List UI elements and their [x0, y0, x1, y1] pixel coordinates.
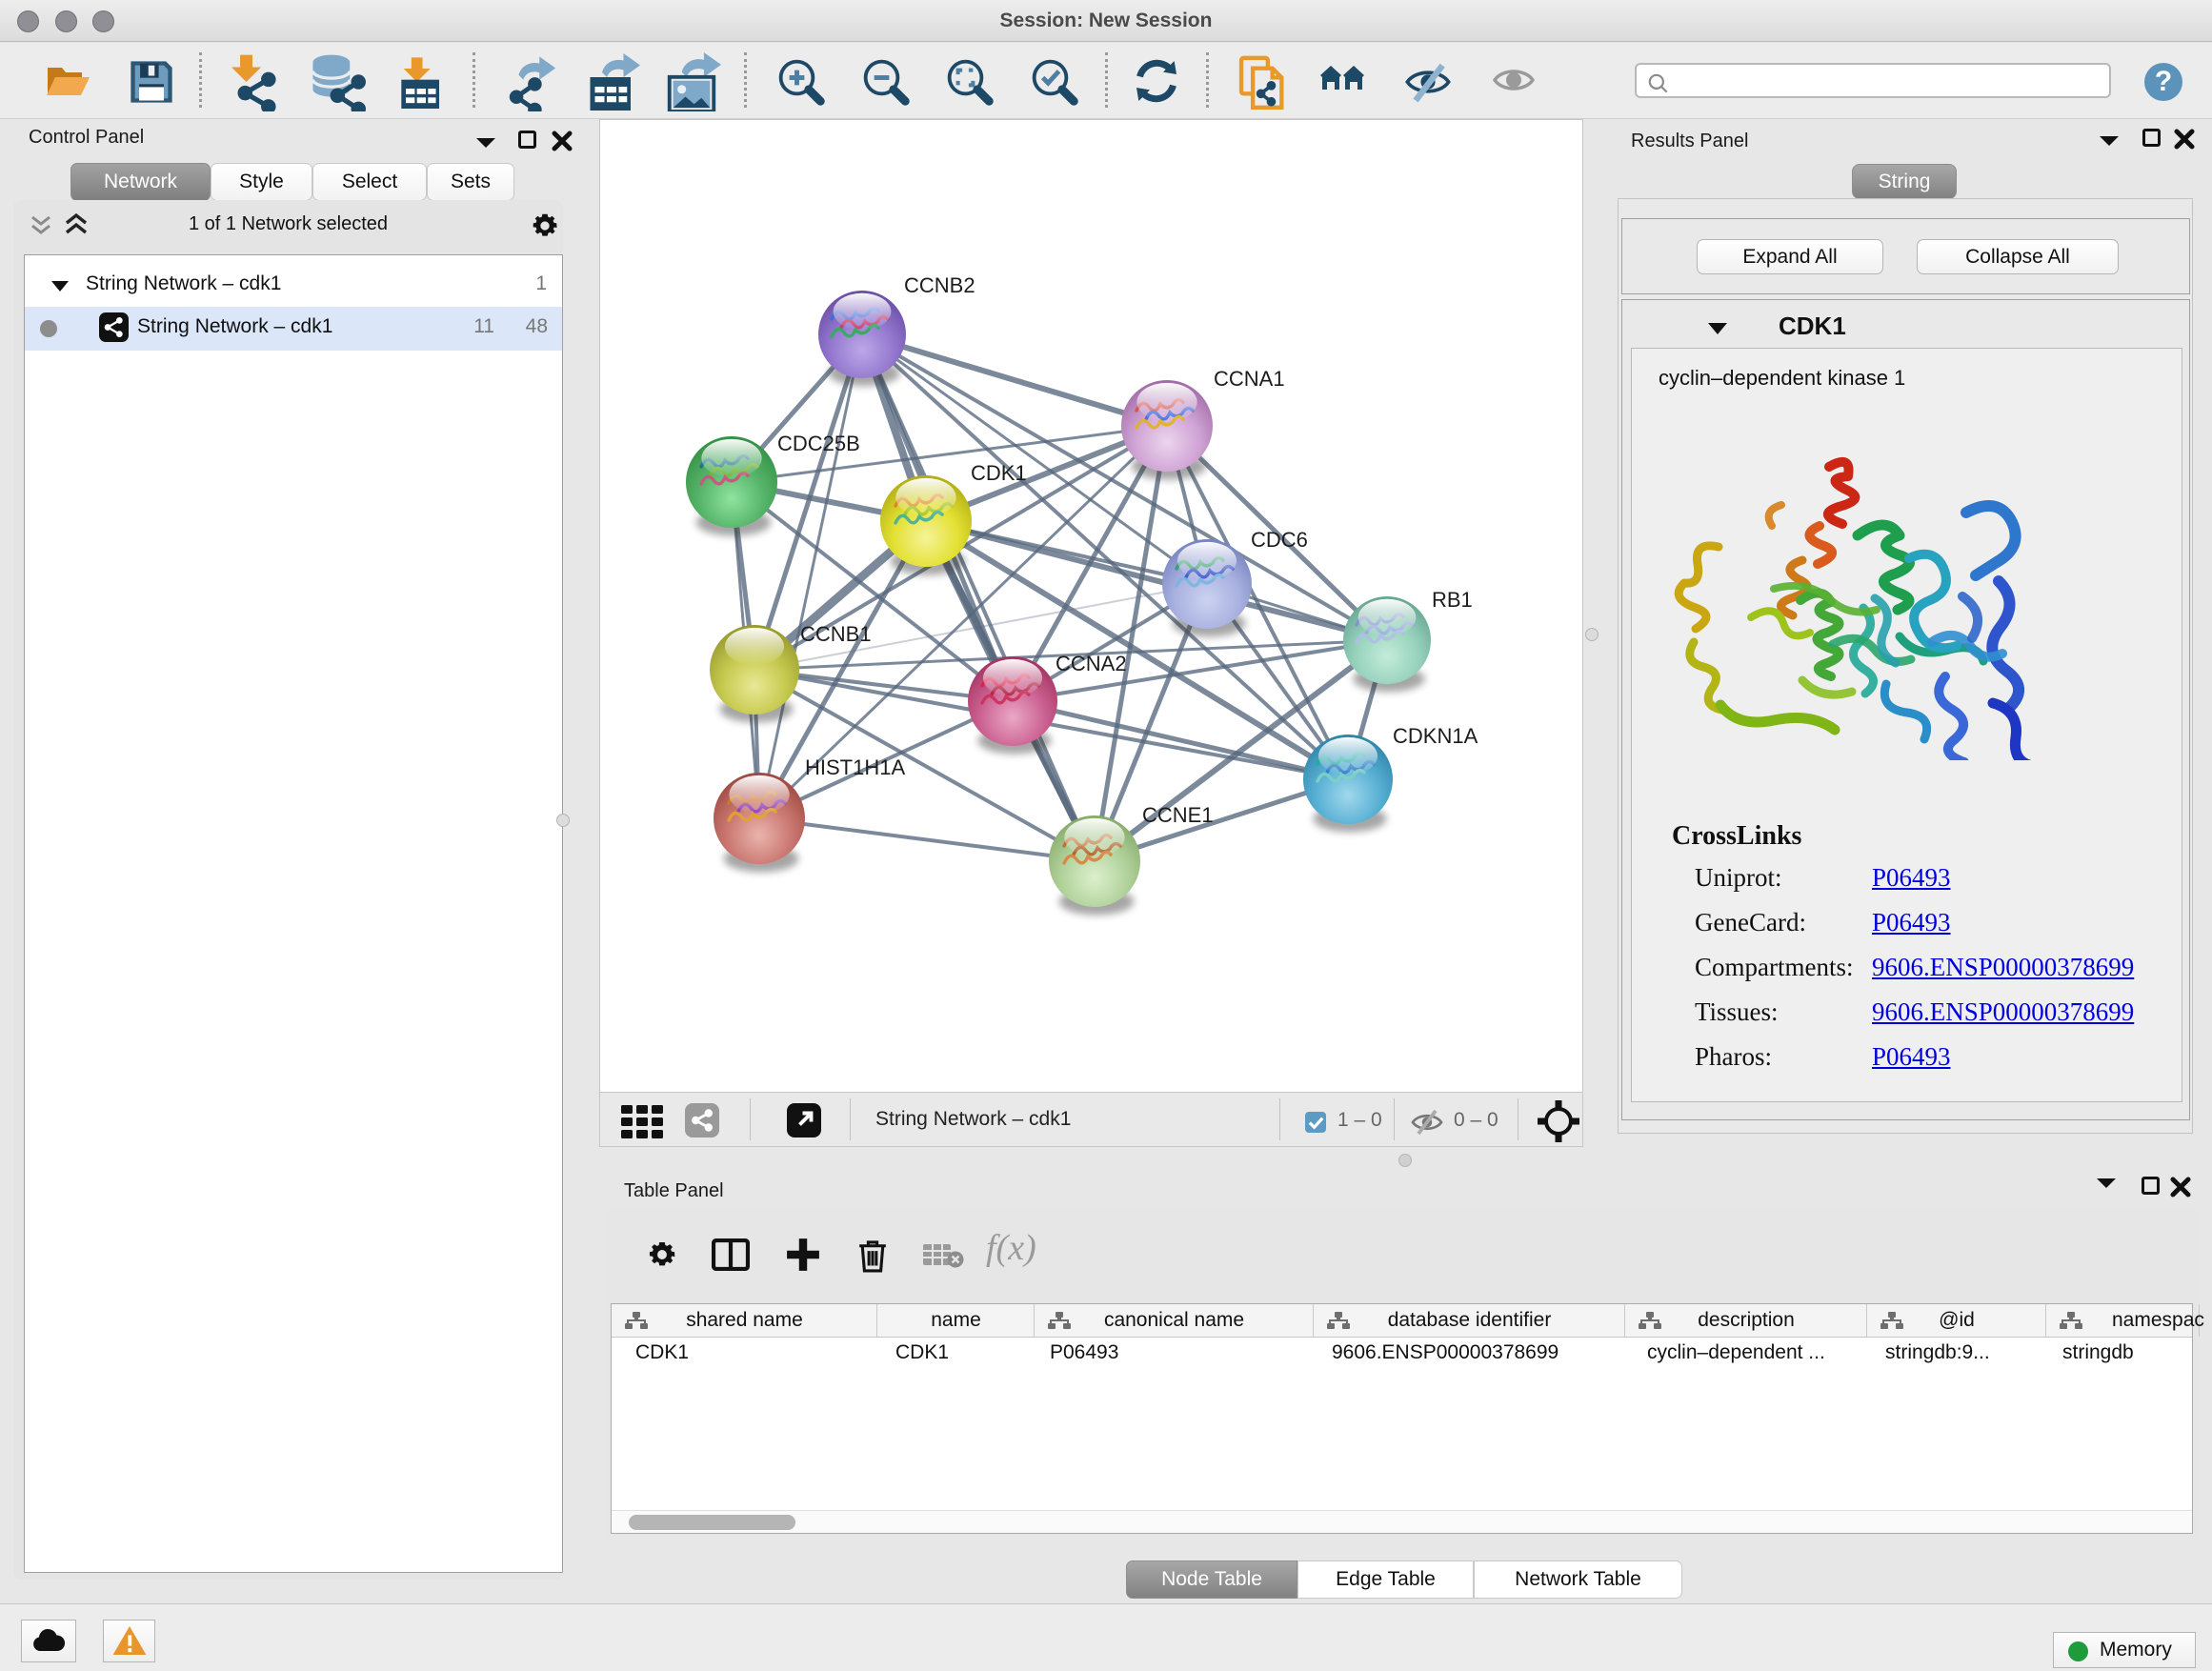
svg-text:CCNA2: CCNA2 [1056, 652, 1127, 675]
svg-text:CDC25B: CDC25B [777, 432, 860, 455]
svg-text:CDC6: CDC6 [1251, 528, 1308, 552]
svg-text:CCNE1: CCNE1 [1142, 803, 1214, 827]
svg-text:CCNB1: CCNB1 [800, 622, 872, 646]
svg-text:CDKN1A: CDKN1A [1393, 724, 1478, 748]
svg-text:CCNB2: CCNB2 [904, 273, 975, 297]
svg-text:CDK1: CDK1 [971, 461, 1027, 485]
svg-text:CCNA1: CCNA1 [1214, 367, 1285, 391]
svg-text:HIST1H1A: HIST1H1A [805, 755, 905, 779]
svg-text:RB1: RB1 [1432, 588, 1473, 612]
